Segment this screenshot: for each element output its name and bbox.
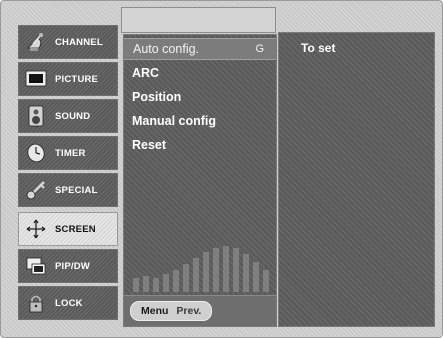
sidebar-item-picture[interactable]: PICTURE — [18, 62, 118, 96]
lock-icon — [23, 290, 49, 316]
sidebar-item-screen[interactable]: SCREEN — [18, 212, 118, 246]
prev-label: Prev. — [176, 305, 202, 317]
sidebar-item-special[interactable]: SPECIAL — [18, 173, 118, 207]
sidebar-item-label: SCREEN — [55, 223, 96, 235]
sidebar-item-pipdw[interactable]: PIP/DW — [18, 249, 118, 283]
sidebar-item-timer[interactable]: TIMER — [18, 136, 118, 170]
move-arrows-icon — [23, 216, 49, 242]
submenu-item-key: G — [255, 43, 264, 55]
submenu-item-arc[interactable]: ARC — [132, 63, 270, 83]
sidebar-item-label: TIMER — [55, 147, 86, 159]
clock-icon — [23, 140, 49, 166]
menu-key-label: Menu — [141, 305, 169, 317]
sidebar-item-label: PICTURE — [55, 73, 99, 85]
speaker-icon — [23, 103, 49, 129]
sidebar-item-label: PIP/DW — [55, 260, 90, 272]
submenu-item-auto-config[interactable]: Auto config. G — [124, 38, 276, 60]
submenu-item-label: Reset — [132, 138, 167, 152]
description-text: To set — [301, 41, 336, 55]
decorative-wave-pattern — [133, 246, 269, 292]
menu-top-tab — [121, 7, 276, 33]
menu-prev-button[interactable]: Menu Prev. — [130, 301, 213, 321]
submenu-item-label: ARC — [132, 66, 160, 80]
sidebar-item-label: SPECIAL — [55, 184, 98, 196]
monitor-icon — [23, 66, 49, 92]
submenu-item-manual-config[interactable]: Manual config — [132, 111, 270, 131]
sidebar-item-label: CHANNEL — [55, 36, 103, 48]
submenu-item-position[interactable]: Position — [132, 87, 270, 107]
screen-submenu: Auto config. G ARC Position Manual confi… — [123, 34, 277, 327]
pip-windows-icon — [23, 253, 49, 279]
sidebar-item-channel[interactable]: CHANNEL — [18, 25, 118, 59]
key-icon — [23, 177, 49, 203]
submenu-footer: Menu Prev. — [124, 295, 276, 326]
submenu-item-label: Manual config — [132, 114, 217, 128]
sidebar-item-label: LOCK — [55, 297, 83, 309]
submenu-item-reset[interactable]: Reset — [132, 135, 270, 155]
sidebar-item-sound[interactable]: SOUND — [18, 99, 118, 133]
sidebar-item-lock[interactable]: LOCK — [18, 286, 118, 320]
submenu-item-label: Auto config. — [133, 42, 200, 56]
satellite-dish-icon — [23, 29, 49, 55]
description-panel: To set — [278, 32, 435, 327]
sidebar-menu: CHANNEL PICTURE SOUND TIMER SPECIAL SCRE… — [18, 25, 118, 325]
sidebar-item-label: SOUND — [55, 110, 91, 122]
tv-osd-frame: CHANNEL PICTURE SOUND TIMER SPECIAL SCRE… — [0, 0, 443, 338]
submenu-item-label: Position — [132, 90, 182, 104]
